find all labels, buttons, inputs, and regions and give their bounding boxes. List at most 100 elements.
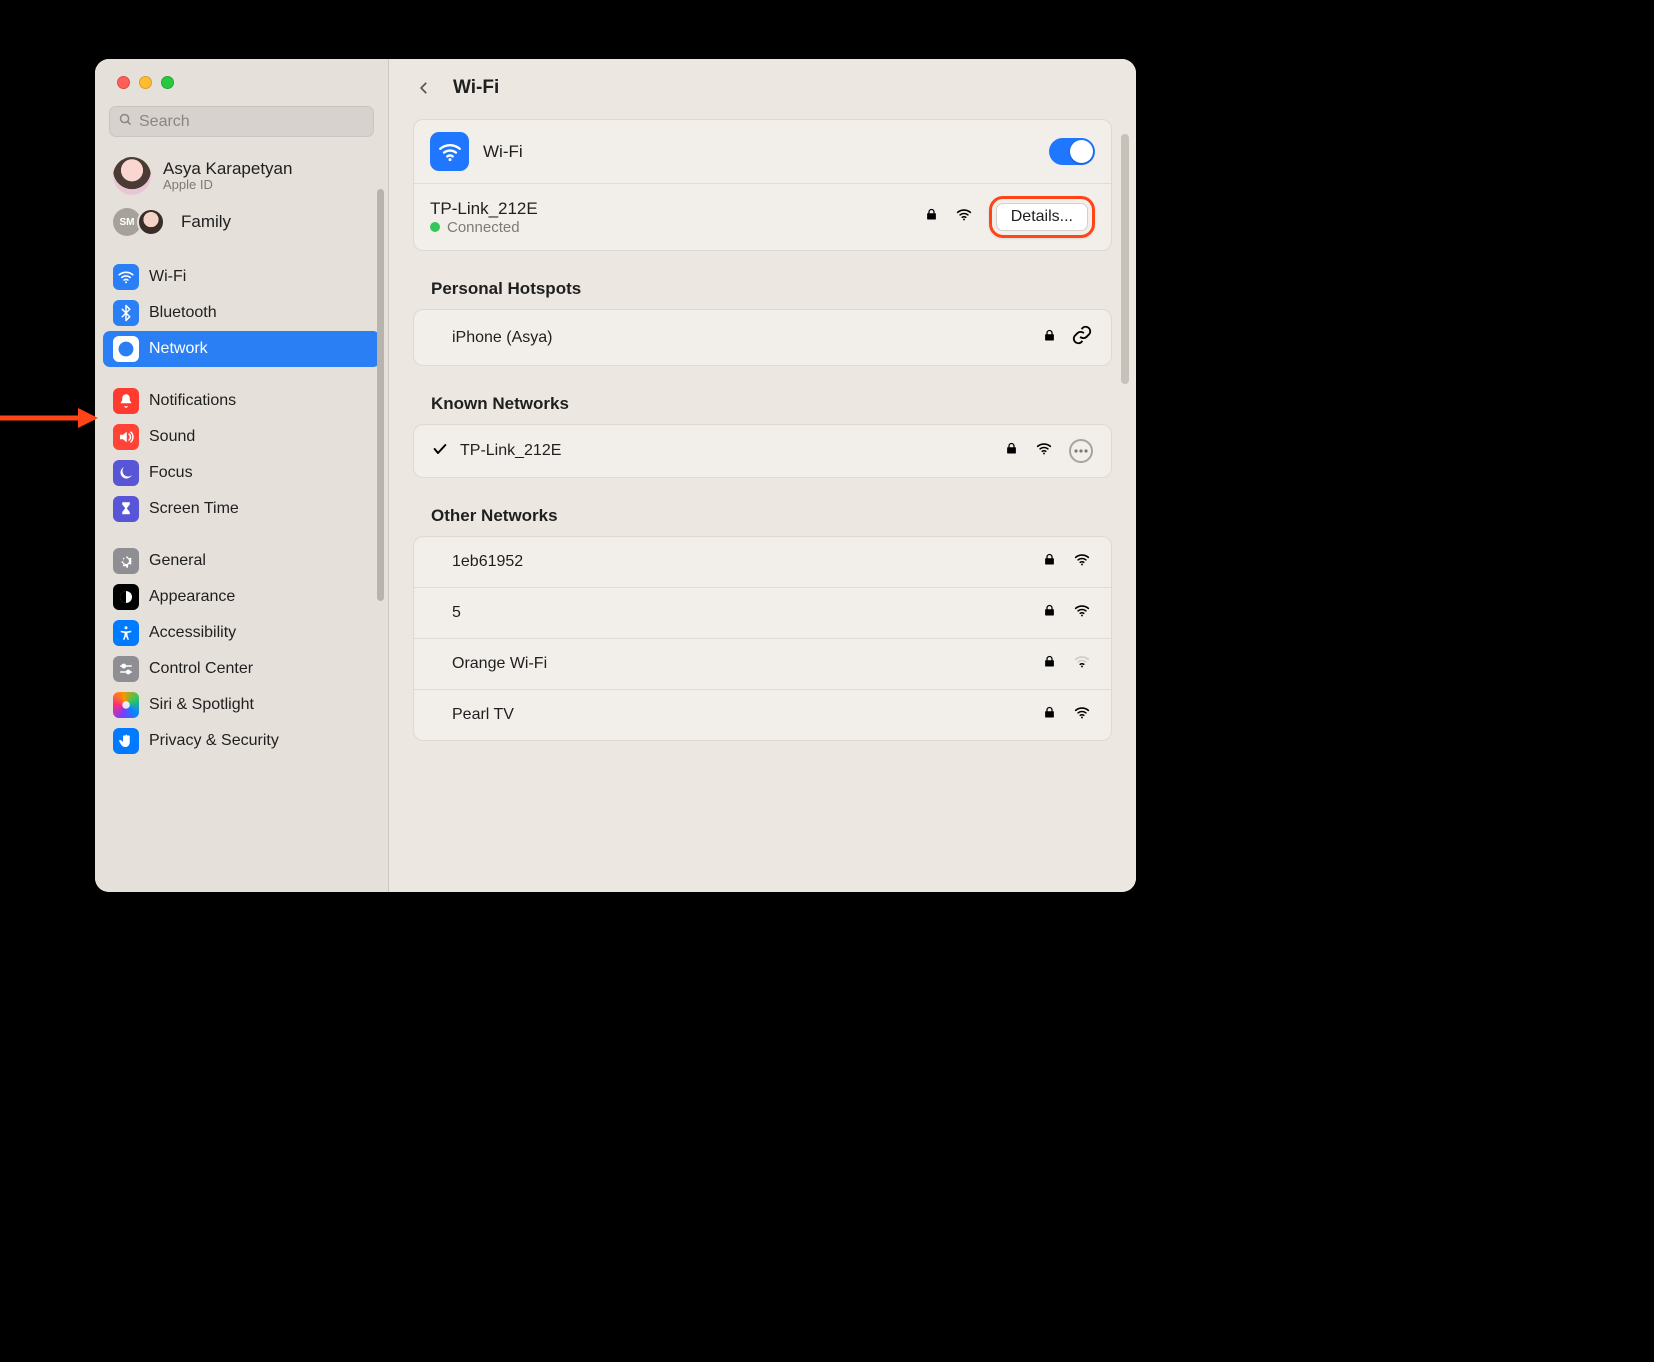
- sidebar-item-label: Accessibility: [149, 624, 236, 642]
- close-window-button[interactable]: [117, 76, 130, 89]
- sidebar-item-siri[interactable]: Siri & Spotlight: [103, 687, 380, 723]
- sidebar-item-screentime[interactable]: Screen Time: [103, 491, 380, 527]
- signal-icon: [953, 206, 975, 228]
- lock-icon: [1004, 440, 1019, 462]
- hotspot-row[interactable]: iPhone (Asya): [414, 310, 1111, 365]
- profile-name: Asya Karapetyan: [163, 160, 292, 179]
- known-row[interactable]: TP-Link_212E: [414, 425, 1111, 477]
- minimize-window-button[interactable]: [139, 76, 152, 89]
- section-title-known: Known Networks: [431, 394, 1112, 414]
- wifi-icon: [113, 264, 139, 290]
- page-title: Wi-Fi: [453, 77, 499, 99]
- signal-icon: [1071, 704, 1093, 726]
- more-button[interactable]: [1069, 439, 1093, 463]
- details-button[interactable]: Details...: [996, 203, 1088, 231]
- other-row[interactable]: Orange Wi-Fi: [414, 639, 1111, 690]
- sidebar-item-appearance[interactable]: Appearance: [103, 579, 380, 615]
- search-field[interactable]: [109, 106, 374, 137]
- hand-icon: [113, 728, 139, 754]
- other-label: 5: [452, 604, 461, 622]
- lock-icon: [1042, 653, 1057, 675]
- page-header: Wi-Fi: [389, 59, 1136, 99]
- signal-weak-icon: [1071, 653, 1093, 675]
- other-row[interactable]: 5: [414, 588, 1111, 639]
- sidebar-item-controlcenter[interactable]: Control Center: [103, 651, 380, 687]
- sidebar-item-notifications[interactable]: Notifications: [103, 383, 380, 419]
- sidebar-scrollbar[interactable]: [377, 189, 384, 601]
- bell-icon: [113, 388, 139, 414]
- sidebar-item-label: Sound: [149, 428, 195, 446]
- wifi-large-icon: [430, 132, 469, 171]
- checkmark-icon: [432, 441, 450, 462]
- lock-icon: [1042, 602, 1057, 624]
- wifi-toggle[interactable]: [1049, 138, 1095, 165]
- lock-icon: [1042, 551, 1057, 573]
- sidebar-item-bluetooth[interactable]: Bluetooth: [103, 295, 380, 331]
- sound-icon: [113, 424, 139, 450]
- sidebar-item-network[interactable]: Network: [103, 331, 380, 367]
- sidebar: Asya Karapetyan Apple ID SM Family Wi-Fi: [95, 59, 389, 892]
- sidebar-item-label: Notifications: [149, 392, 236, 410]
- connected-network-row[interactable]: TP-Link_212E Connected: [414, 184, 1111, 250]
- details-highlight: Details...: [989, 196, 1095, 238]
- other-label: Pearl TV: [452, 706, 514, 724]
- family-avatar: [137, 208, 165, 236]
- signal-icon: [1033, 440, 1055, 462]
- lock-icon: [1042, 327, 1057, 349]
- section-title-hotspots: Personal Hotspots: [431, 279, 1112, 299]
- content: Wi-Fi TP-Link_212E Connected: [389, 99, 1136, 874]
- apple-id-row[interactable]: Asya Karapetyan Apple ID: [103, 151, 380, 201]
- lock-icon: [1042, 704, 1057, 726]
- other-list: 1eb61952 5 Orange Wi-Fi: [413, 536, 1112, 741]
- hourglass-icon: [113, 496, 139, 522]
- hotspots-list: iPhone (Asya): [413, 309, 1112, 366]
- sidebar-item-label: Bluetooth: [149, 304, 217, 322]
- appearance-icon: [113, 584, 139, 610]
- family-label: Family: [181, 212, 231, 232]
- sidebar-item-accessibility[interactable]: Accessibility: [103, 615, 380, 651]
- signal-icon: [1071, 551, 1093, 573]
- moon-icon: [113, 460, 139, 486]
- wifi-label: Wi-Fi: [483, 142, 523, 162]
- search-icon: [118, 112, 133, 132]
- connected-network-name: TP-Link_212E: [430, 199, 538, 219]
- profile-subtitle: Apple ID: [163, 178, 292, 192]
- zoom-window-button[interactable]: [161, 76, 174, 89]
- sidebar-item-label: Wi-Fi: [149, 268, 186, 286]
- wifi-card: Wi-Fi TP-Link_212E Connected: [413, 119, 1112, 251]
- sidebar-item-general[interactable]: General: [103, 543, 380, 579]
- sidebar-item-label: Siri & Spotlight: [149, 696, 254, 714]
- bluetooth-icon: [113, 300, 139, 326]
- siri-icon: [113, 692, 139, 718]
- known-list: TP-Link_212E: [413, 424, 1112, 478]
- known-label: TP-Link_212E: [460, 442, 561, 460]
- sidebar-scroll: Asya Karapetyan Apple ID SM Family Wi-Fi: [95, 151, 388, 892]
- sidebar-item-sound[interactable]: Sound: [103, 419, 380, 455]
- gear-icon: [113, 548, 139, 574]
- sidebar-item-privacy[interactable]: Privacy & Security: [103, 723, 380, 759]
- avatar: [113, 157, 151, 195]
- signal-icon: [1071, 602, 1093, 624]
- window-controls: [95, 76, 388, 89]
- other-row[interactable]: 1eb61952: [414, 537, 1111, 588]
- connected-status: Connected: [447, 219, 520, 236]
- sidebar-item-label: Focus: [149, 464, 193, 482]
- family-row[interactable]: SM Family: [103, 201, 380, 243]
- sidebar-item-label: Privacy & Security: [149, 732, 279, 750]
- other-row[interactable]: Pearl TV: [414, 690, 1111, 740]
- sidebar-item-label: Network: [149, 340, 208, 358]
- status-dot: [430, 222, 440, 232]
- back-button[interactable]: [413, 77, 435, 99]
- lock-icon: [924, 206, 939, 228]
- sidebar-item-focus[interactable]: Focus: [103, 455, 380, 491]
- main-panel: Wi-Fi Wi-Fi TP-Link_212E C: [389, 59, 1136, 892]
- sidebar-item-label: Appearance: [149, 588, 235, 606]
- callout-arrow: [0, 406, 100, 430]
- search-input[interactable]: [133, 112, 365, 132]
- sidebar-item-wifi[interactable]: Wi-Fi: [103, 259, 380, 295]
- section-title-other: Other Networks: [431, 506, 1112, 526]
- sidebar-item-label: General: [149, 552, 206, 570]
- content-scrollbar[interactable]: [1121, 134, 1129, 384]
- globe-icon: [113, 336, 139, 362]
- other-label: Orange Wi-Fi: [452, 655, 547, 673]
